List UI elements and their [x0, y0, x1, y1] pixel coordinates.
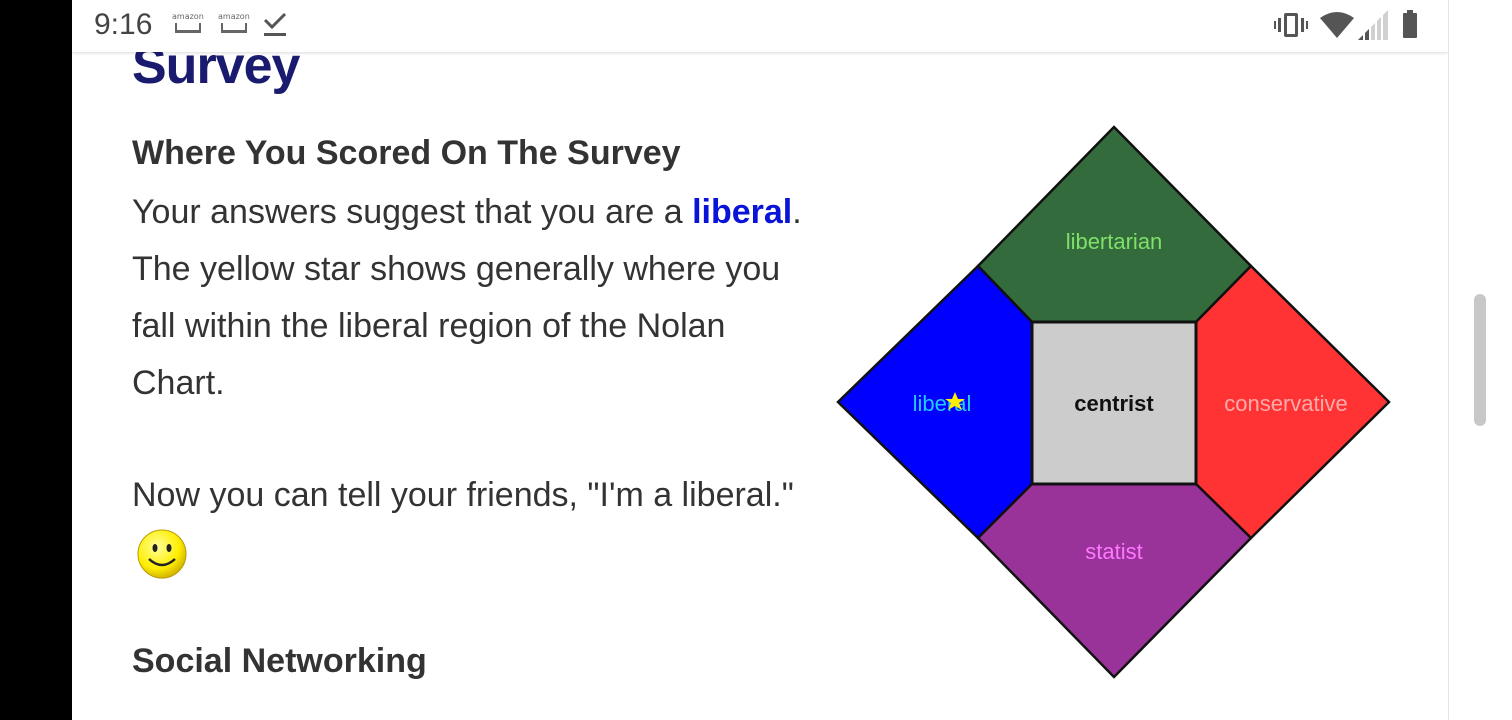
liberal-label: liberal [913, 391, 972, 416]
amazon-cart-icon: amazon [218, 12, 250, 33]
status-bar: 9:16 amazon amazon [72, 0, 1448, 52]
result-paragraph: Your answers suggest that you are a libe… [132, 184, 822, 412]
nolan-chart: libertarian liberal centrist conservativ… [836, 124, 1392, 682]
conservative-label: conservative [1224, 391, 1348, 416]
result-text-before: Your answers suggest that you are a [132, 193, 693, 231]
vibrate-icon [1274, 13, 1308, 37]
status-time: 9:16 [94, 8, 153, 41]
wifi-icon [1320, 12, 1354, 38]
smiley-face-icon [137, 529, 187, 579]
signal-icon [1358, 10, 1388, 40]
centrist-label: centrist [1074, 391, 1154, 416]
scrollbar-thumb[interactable] [1474, 294, 1486, 426]
statist-region [976, 482, 1253, 679]
statist-label: statist [1085, 539, 1142, 564]
battery-icon [1403, 10, 1417, 38]
libertarian-region [976, 125, 1253, 324]
left-bezel [0, 0, 72, 720]
result-title: Where You Scored On The Survey [132, 134, 681, 172]
libertarian-label: libertarian [1066, 229, 1163, 254]
amazon-cart-icon: amazon [172, 12, 204, 33]
liberal-link[interactable]: liberal [692, 193, 792, 231]
friends-text: Now you can tell your friends, "I'm a li… [132, 476, 794, 514]
notification-label: amazon [218, 12, 250, 21]
notification-label: amazon [172, 12, 204, 21]
friends-paragraph: Now you can tell your friends, "I'm a li… [132, 462, 822, 596]
social-networking-title: Social Networking [132, 642, 427, 680]
download-done-icon [263, 12, 287, 36]
nolan-chart-svg: libertarian liberal centrist conservativ… [836, 125, 1391, 679]
browser-screen: 9:16 amazon amazon Survey Where You Scor… [72, 0, 1448, 720]
